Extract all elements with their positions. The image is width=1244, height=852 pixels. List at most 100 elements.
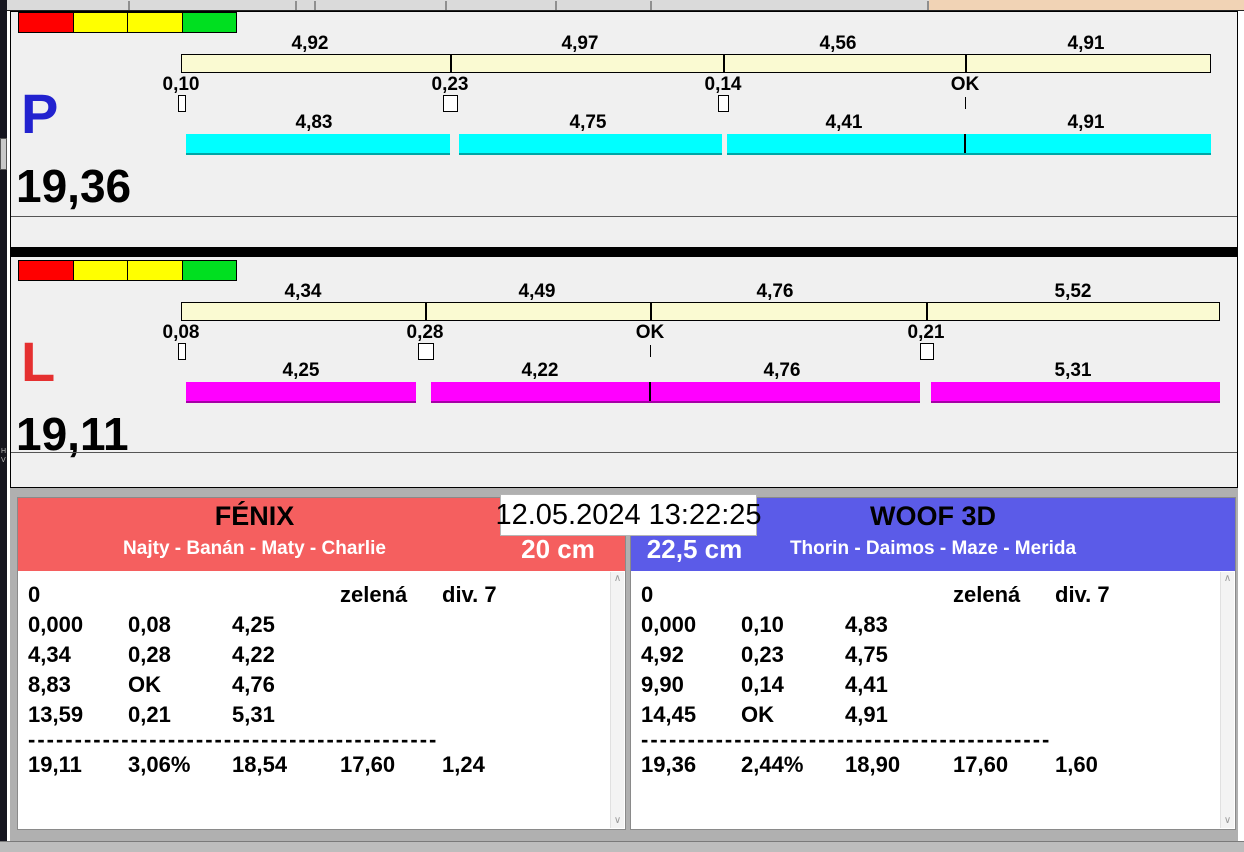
table-total-cell: 17,60 — [953, 753, 1008, 777]
table-cell: 4,25 — [232, 613, 275, 637]
penalty-label: 0,10 — [163, 75, 200, 95]
team-panel-right: WOOF 3D Thorin - Daimos - Maze - Merida … — [630, 497, 1236, 830]
penalty-label: 0,14 — [705, 75, 742, 95]
table-total-cell: 19,11 — [28, 753, 82, 777]
lane-letter-p: P — [21, 85, 58, 143]
run-bar-divider — [649, 382, 651, 401]
lane-total-l: 19,11 — [16, 411, 129, 457]
table-cell: 0 — [641, 583, 653, 607]
run-time-label: 4,25 — [283, 361, 320, 381]
toolbar-tick — [555, 1, 557, 10]
split-time-label: 4,56 — [820, 34, 857, 54]
result-light-2 — [127, 261, 182, 280]
run-time-label: 5,31 — [1055, 361, 1092, 381]
run-time-label: 4,41 — [826, 113, 863, 133]
table-cell: 0,000 — [641, 613, 696, 637]
splitter-handle[interactable] — [0, 138, 7, 170]
table-cell: 4,22 — [232, 643, 275, 667]
result-lights-strip — [18, 260, 237, 281]
penalty-box — [920, 343, 934, 360]
penalty-label: 0,08 — [163, 323, 200, 343]
toolbar-tick — [650, 1, 652, 10]
table-scrollbar[interactable]: ∧ ∨ — [610, 572, 624, 828]
table-total-cell: 3,06% — [128, 753, 190, 777]
run-bar — [186, 382, 416, 403]
result-light-3 — [182, 13, 237, 32]
lane-underline — [11, 216, 1237, 217]
result-light-1 — [73, 261, 128, 280]
result-light-0 — [19, 261, 73, 280]
penalty-box — [718, 95, 729, 112]
table-cell: 0 — [28, 583, 40, 607]
run-bar — [186, 134, 450, 155]
table-cell: 0,23 — [741, 643, 784, 667]
scroll-down-icon[interactable]: ∨ — [1221, 814, 1234, 828]
split-bar-divider — [650, 303, 652, 320]
table-cell: 4,75 — [845, 643, 888, 667]
table-cell: 9,90 — [641, 673, 684, 697]
table-cell: 5,31 — [232, 703, 275, 727]
scroll-down-icon[interactable]: ∨ — [611, 814, 624, 828]
penalty-ok-mark — [650, 345, 651, 357]
toolbar-tick — [445, 1, 447, 10]
toolbar-tick — [295, 1, 297, 10]
team-panel-left: FÉNIX Najty - Banán - Maty - Charlie 20 … — [17, 497, 626, 830]
run-time-label: 4,91 — [1068, 113, 1105, 133]
table-total-cell: 1,24 — [442, 753, 485, 777]
table-cell: 0,21 — [128, 703, 171, 727]
lane-total-p: 19,36 — [16, 163, 131, 209]
flyball-timing-window: H V FÉNIX Najty - Banán - Maty - Charlie… — [0, 0, 1244, 852]
split-time-label: 4,97 — [562, 34, 599, 54]
team-results-table[interactable]: 0zelenádiv. 70,0000,104,834,920,234,759,… — [631, 571, 1220, 829]
table-cell: 4,76 — [232, 673, 275, 697]
penalty-box — [418, 343, 434, 360]
split-bar-divider — [965, 55, 967, 72]
run-bar — [931, 382, 1220, 403]
penalty-label: OK — [951, 75, 980, 95]
split-bar-divider — [425, 303, 427, 320]
datetime-display: 12.05.2024 13:22:25 — [500, 494, 757, 536]
lane-letter-l: L — [21, 333, 55, 391]
top-toolbar — [0, 0, 1244, 11]
split-bar-divider — [450, 55, 452, 72]
run-bar-divider — [964, 134, 966, 153]
table-cell: OK — [128, 673, 161, 697]
penalty-label: 0,21 — [908, 323, 945, 343]
table-cell: div. 7 — [1055, 583, 1110, 607]
table-cell: 4,92 — [641, 643, 684, 667]
table-cell: 8,83 — [28, 673, 71, 697]
team-jump-height: 22,5 cm — [631, 534, 758, 565]
table-cell: 0,28 — [128, 643, 171, 667]
table-separator: ----------------------------------------… — [641, 727, 1111, 753]
table-cell: div. 7 — [442, 583, 497, 607]
team-name: FÉNIX — [18, 501, 491, 532]
table-cell: 13,59 — [28, 703, 83, 727]
run-time-label: 4,83 — [296, 113, 333, 133]
run-bar — [459, 134, 722, 155]
table-cell: 4,34 — [28, 643, 71, 667]
table-total-cell: 2,44% — [741, 753, 803, 777]
scroll-up-icon[interactable]: ∧ — [611, 572, 624, 586]
scroll-up-icon[interactable]: ∧ — [1221, 572, 1234, 586]
table-cell: 14,45 — [641, 703, 696, 727]
table-separator: ----------------------------------------… — [28, 727, 498, 753]
penalty-ok-mark — [965, 97, 966, 109]
penalty-box — [178, 95, 186, 112]
result-light-2 — [127, 13, 182, 32]
team-results-table[interactable]: 0zelenádiv. 70,0000,084,254,340,284,228,… — [18, 571, 610, 829]
split-bar-divider — [723, 55, 725, 72]
table-total-cell: 17,60 — [340, 753, 395, 777]
table-total-cell: 18,54 — [232, 753, 287, 777]
table-cell: 0,14 — [741, 673, 784, 697]
table-cell: 4,83 — [845, 613, 888, 637]
table-cell: 0,10 — [741, 613, 784, 637]
toolbar-tick — [128, 1, 130, 10]
penalty-label: 0,23 — [432, 75, 469, 95]
penalty-label: OK — [636, 323, 665, 343]
split-bar-divider — [926, 303, 928, 320]
run-bar — [727, 134, 1211, 155]
split-time-label: 4,34 — [285, 282, 322, 302]
table-scrollbar[interactable]: ∧ ∨ — [1220, 572, 1234, 828]
split-time-label: 4,76 — [757, 282, 794, 302]
split-time-label: 5,52 — [1055, 282, 1092, 302]
